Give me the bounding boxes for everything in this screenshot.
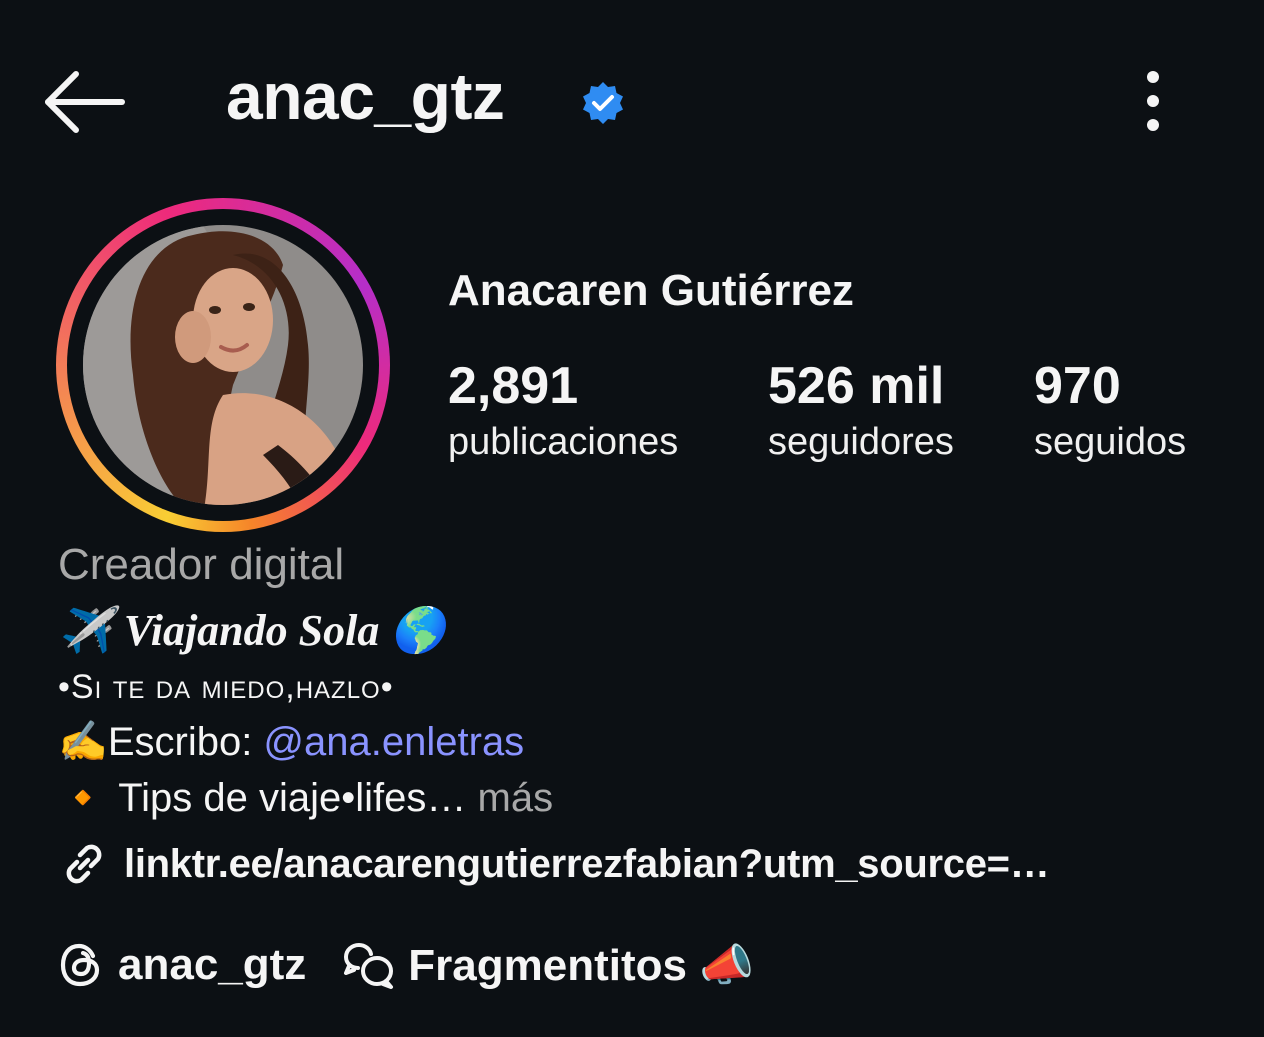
more-vertical-icon: [1147, 71, 1159, 131]
bio-line-4-text: Tips de viaje•lifes…: [118, 776, 467, 820]
bio-more-button[interactable]: más: [478, 776, 554, 820]
bio-mention-link[interactable]: @ana.enletras: [263, 720, 524, 764]
more-options-button[interactable]: [1130, 68, 1176, 134]
link-icon: [66, 844, 102, 884]
writing-hand-emoji: ✍️: [58, 720, 108, 764]
globe-emoji: 🌎: [390, 606, 446, 655]
bio-line-4: 🔸 Tips de viaje•lifes… más: [58, 774, 553, 821]
broadcast-channel-chip[interactable]: Fragmentitos 📣: [342, 939, 754, 991]
stat-following-label: seguidos: [1034, 421, 1187, 463]
arrow-left-icon: [45, 71, 125, 133]
stat-posts-count: 2,891: [448, 357, 579, 415]
story-ring[interactable]: [56, 198, 390, 532]
bio-line-3: ✍️Escribo: @ana.enletras: [58, 718, 524, 765]
chat-bubbles-icon: [344, 943, 394, 989]
broadcast-channel-name: Fragmentitos 📣: [408, 941, 755, 990]
stat-posts[interactable]: 2,891 publicaciones: [448, 356, 678, 468]
profile-external-link[interactable]: linktr.ee/anacarengutierrezfabian?utm_so…: [58, 836, 1050, 892]
bio-line-1: ✈️ Viajando Sola 🌎: [58, 604, 445, 656]
stat-following-count: 970: [1034, 357, 1121, 415]
stat-posts-label: publicaciones: [448, 421, 679, 463]
profile-username: anac_gtz: [226, 59, 505, 133]
threads-icon: [60, 943, 100, 987]
back-button[interactable]: [40, 62, 130, 142]
threads-profile-chip[interactable]: anac_gtz: [58, 940, 306, 990]
stat-followers-label: seguidores: [768, 421, 954, 463]
stat-followers-count: 526 mil: [768, 357, 945, 415]
avatar[interactable]: [83, 225, 363, 505]
airplane-emoji: ✈️: [58, 606, 113, 655]
orange-diamond-emoji: 🔸: [58, 776, 108, 820]
profile-link-text[interactable]: linktr.ee/anacarengutierrezfabian?utm_so…: [124, 842, 1050, 887]
profile-category: Creador digital: [58, 540, 345, 589]
stat-following[interactable]: 970 seguidos: [1034, 356, 1186, 468]
verified-badge-icon: [580, 80, 626, 126]
threads-username: anac_gtz: [118, 940, 307, 989]
profile-badges-row: anac_gtz Fragmentitos 📣: [58, 934, 754, 996]
stat-followers[interactable]: 526 mil seguidores: [768, 356, 954, 468]
bio-line-2: •Si te da miedo,hazlo•: [58, 668, 394, 706]
bio-line-1-text: Viajando Sola: [123, 606, 380, 655]
profile-full-name: Anacaren Gutiérrez: [448, 266, 854, 315]
bio-line-3-prefix: Escribo:: [107, 720, 264, 764]
